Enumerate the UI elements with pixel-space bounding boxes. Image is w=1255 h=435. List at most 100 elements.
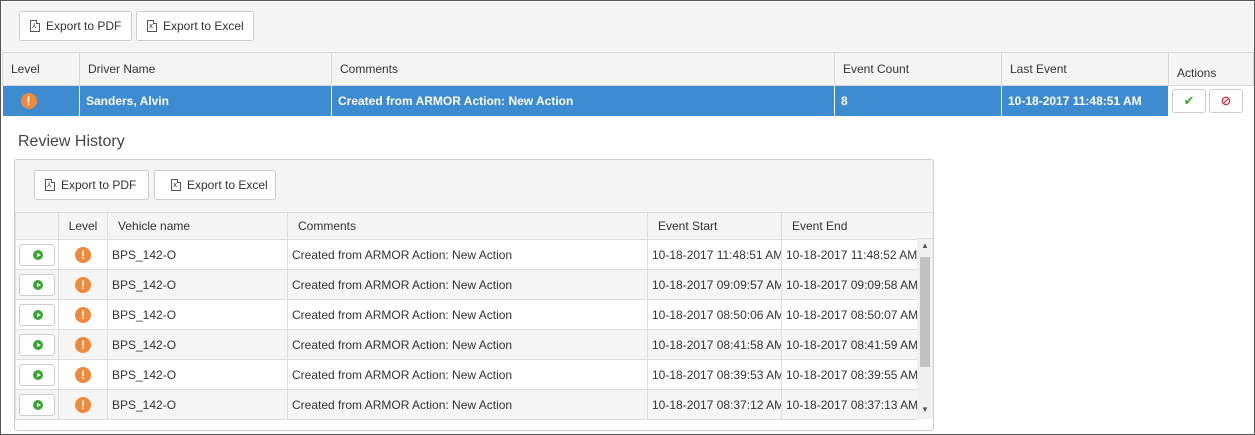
col-header-level[interactable]: Level [58, 212, 108, 240]
play-cell [15, 389, 59, 420]
comments-cell: Created from ARMOR Action: New Action [287, 239, 648, 270]
exclamation-alert-icon: ! [75, 276, 91, 293]
event-end-cell: 10-18-2017 09:09:58 AM [781, 269, 918, 300]
exclamation-alert-icon: ! [75, 336, 91, 353]
level-cell: ! [58, 299, 108, 330]
col-header-vehicle-name[interactable]: Vehicle name [107, 212, 288, 240]
export-excel-label: Export to Excel [163, 19, 244, 33]
col-header-event-end[interactable]: Event End [781, 212, 918, 240]
event-start-cell: 10-18-2017 11:48:51 AM [647, 239, 782, 270]
driver-events-table: Level Driver Name Comments Event Count L… [2, 52, 1254, 116]
vehicle-cell: BPS_142-O [107, 269, 288, 300]
col-header-event-count[interactable]: Event Count [834, 52, 1002, 86]
exclamation-alert-icon: ! [75, 366, 91, 383]
excel-file-icon: x [171, 179, 181, 191]
comments-cell: Created from ARMOR Action: New Action [287, 269, 648, 300]
play-button[interactable] [19, 243, 55, 266]
col-header-play [15, 212, 59, 240]
table-row: ! BPS_142-O Created from ARMOR Action: N… [15, 299, 918, 330]
play-cell [15, 359, 59, 390]
app-frame: ⅄ Export to PDF x Export to Excel Level … [0, 0, 1255, 435]
export-excel-button[interactable]: x Export to Excel [136, 11, 254, 41]
table-row: ! BPS_142-O Created from ARMOR Action: N… [15, 269, 918, 300]
main-toolbar: ⅄ Export to PDF x Export to Excel [2, 2, 1253, 52]
approve-button[interactable]: ✔ [1172, 88, 1206, 113]
exclamation-alert-icon: ! [75, 306, 91, 323]
event-start-cell: 10-18-2017 08:50:06 AM [647, 299, 782, 330]
pdf-file-icon: ⅄ [30, 20, 40, 32]
event-end-cell: 10-18-2017 08:39:55 AM [781, 359, 918, 390]
selected-driver-row[interactable]: ! Sanders, Alvin Created from ARMOR Acti… [2, 85, 1254, 116]
level-cell: ! [2, 85, 80, 116]
event-start-cell: 10-18-2017 08:39:53 AM [647, 359, 782, 390]
level-cell: ! [58, 359, 108, 390]
export-pdf-button[interactable]: ⅄ Export to PDF [19, 11, 132, 41]
vehicle-cell: BPS_142-O [107, 359, 288, 390]
play-cell [15, 239, 59, 270]
scroll-down-arrow-icon[interactable]: ▼ [921, 405, 929, 414]
driver-name-cell: Sanders, Alvin [79, 85, 332, 116]
event-start-cell: 10-18-2017 08:41:58 AM [647, 329, 782, 360]
play-cell [15, 329, 59, 360]
event-end-cell: 10-18-2017 08:50:07 AM [781, 299, 918, 330]
table-row: ! BPS_142-O Created from ARMOR Action: N… [15, 239, 918, 270]
comments-cell: Created from ARMOR Action: New Action [331, 85, 835, 116]
play-button[interactable] [19, 333, 55, 356]
col-header-last-event[interactable]: Last Event [1001, 52, 1169, 86]
comments-cell: Created from ARMOR Action: New Action [287, 389, 648, 420]
comments-cell: Created from ARMOR Action: New Action [287, 329, 648, 360]
play-button[interactable] [19, 363, 55, 386]
history-export-excel-button[interactable]: x Export to Excel [154, 170, 276, 200]
scroll-up-arrow-icon[interactable]: ▲ [921, 241, 929, 250]
review-history-toolbar: ⅄ Export to PDF x Export to Excel [15, 160, 933, 212]
play-button[interactable] [19, 393, 55, 416]
vehicle-cell: BPS_142-O [107, 329, 288, 360]
review-history-title: Review History [18, 133, 125, 150]
event-end-cell: 10-18-2017 11:48:52 AM [781, 239, 918, 270]
table-row: ! BPS_142-O Created from ARMOR Action: N… [15, 359, 918, 390]
level-cell: ! [58, 239, 108, 270]
checkmark-icon: ✔ [1183, 92, 1195, 108]
col-header-comments[interactable]: Comments [331, 52, 835, 86]
scrollbar-thumb[interactable] [920, 257, 930, 367]
header-scroll-spacer [917, 212, 933, 239]
col-header-comments[interactable]: Comments [287, 212, 648, 240]
comments-cell: Created from ARMOR Action: New Action [287, 299, 648, 330]
table-row: ! BPS_142-O Created from ARMOR Action: N… [15, 329, 918, 360]
event-end-cell: 10-18-2017 08:37:13 AM [781, 389, 918, 420]
table-row: ! BPS_142-O Created from ARMOR Action: N… [15, 389, 918, 420]
play-button[interactable] [19, 273, 55, 296]
play-cell [15, 299, 59, 330]
play-cell [15, 269, 59, 300]
col-header-level[interactable]: Level [2, 52, 80, 86]
history-export-pdf-label: Export to PDF [61, 178, 137, 192]
no-entry-icon: ⊘ [1220, 92, 1232, 108]
review-history-panel: ⅄ Export to PDF x Export to Excel Level … [14, 159, 934, 431]
play-button[interactable] [19, 303, 55, 326]
level-cell: ! [58, 269, 108, 300]
comments-cell: Created from ARMOR Action: New Action [287, 359, 648, 390]
export-pdf-label: Export to PDF [46, 19, 122, 33]
event-end-cell: 10-18-2017 08:41:59 AM [781, 329, 918, 360]
history-export-pdf-button[interactable]: ⅄ Export to PDF [34, 170, 149, 200]
vehicle-cell: BPS_142-O [107, 389, 288, 420]
col-header-actions: Actions [1168, 52, 1254, 86]
col-header-driver-name[interactable]: Driver Name [79, 52, 332, 86]
vertical-scrollbar[interactable]: ▲ ▼ [917, 239, 933, 419]
event-start-cell: 10-18-2017 09:09:57 AM [647, 269, 782, 300]
event-start-cell: 10-18-2017 08:37:12 AM [647, 389, 782, 420]
exclamation-alert-icon: ! [20, 92, 37, 109]
level-cell: ! [58, 389, 108, 420]
review-history-table: Level Vehicle name Comments Event Start … [15, 212, 918, 420]
pdf-file-icon: ⅄ [45, 179, 55, 191]
event-count-cell: 8 [834, 85, 1002, 116]
reject-button[interactable]: ⊘ [1209, 88, 1243, 113]
vehicle-cell: BPS_142-O [107, 299, 288, 330]
level-cell: ! [58, 329, 108, 360]
actions-cell: ✔ ⊘ [1168, 85, 1254, 116]
last-event-cell: 10-18-2017 11:48:51 AM [1001, 85, 1169, 116]
vehicle-cell: BPS_142-O [107, 239, 288, 270]
col-header-event-start[interactable]: Event Start [647, 212, 782, 240]
exclamation-alert-icon: ! [75, 246, 91, 263]
history-export-excel-label: Export to Excel [187, 178, 268, 192]
